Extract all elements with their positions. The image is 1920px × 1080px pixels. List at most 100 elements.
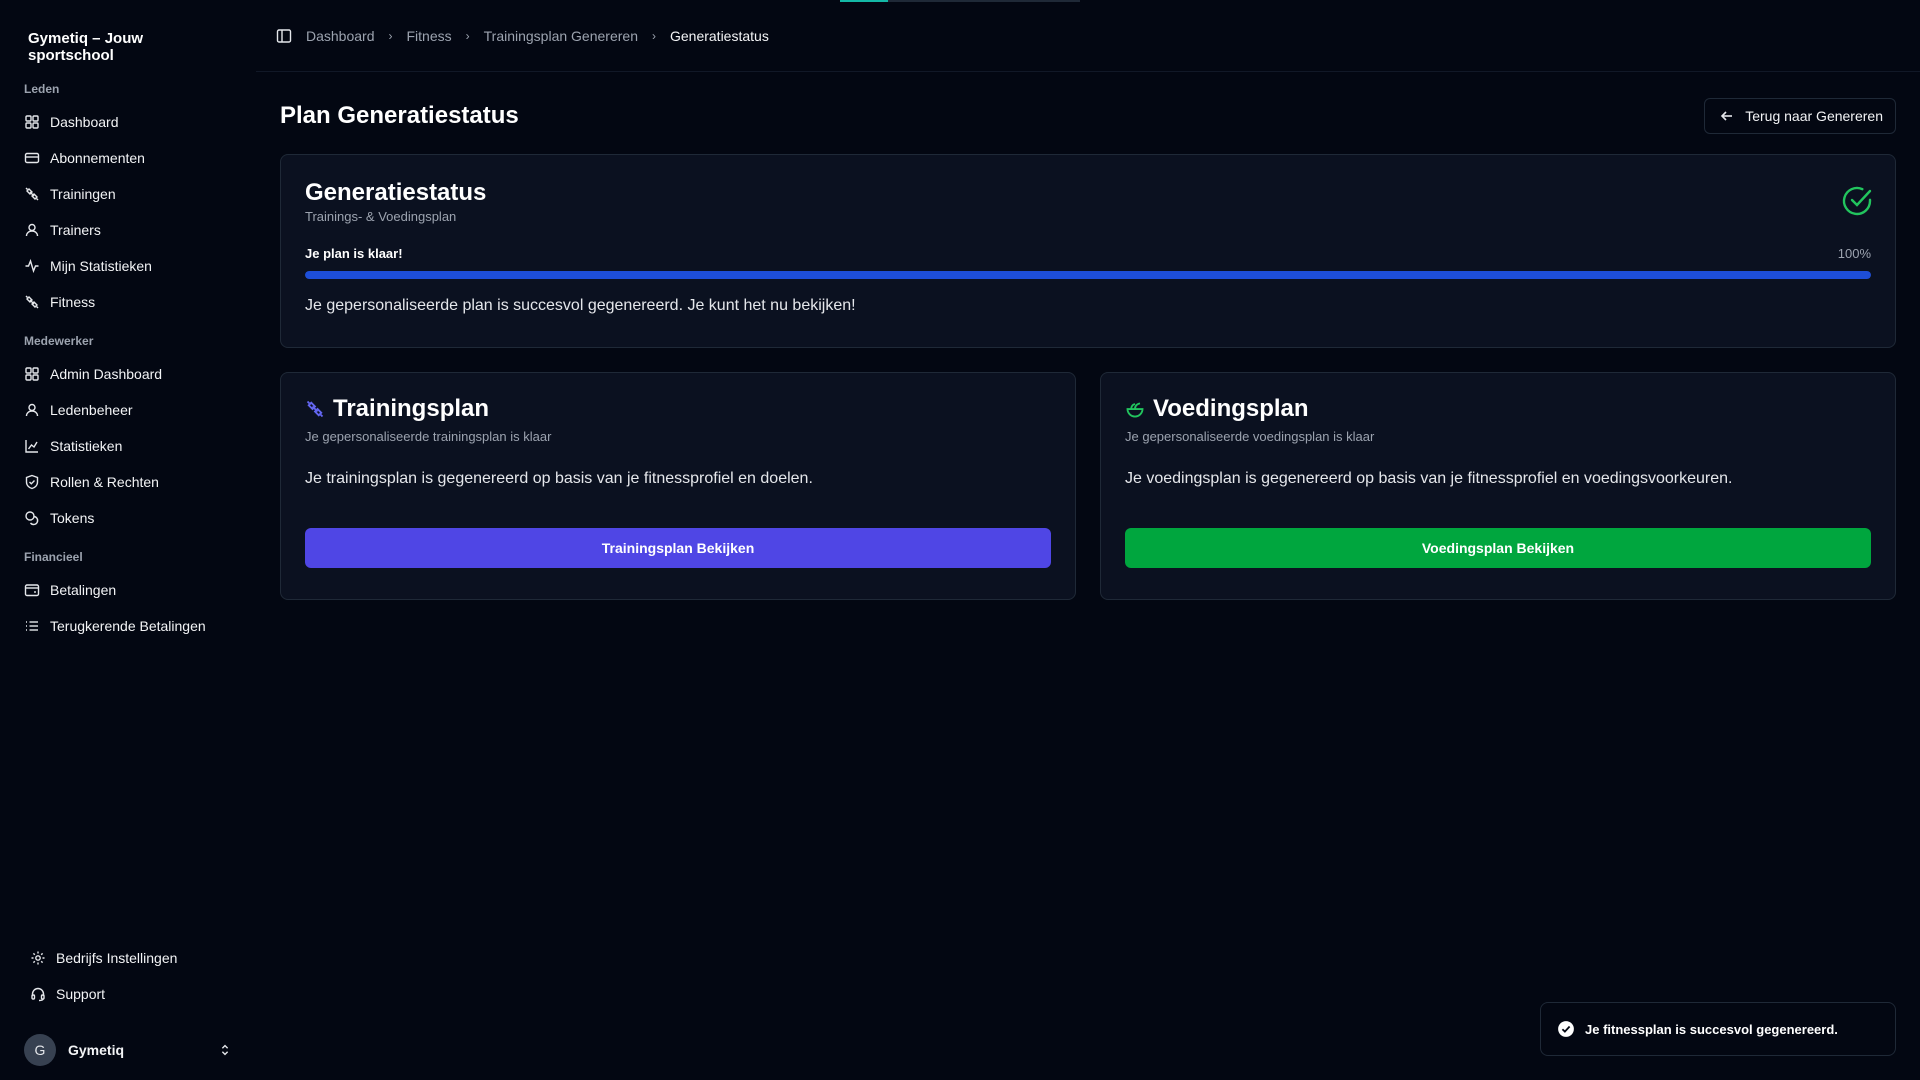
chevron-right-icon: ›: [465, 28, 470, 43]
training-title: Trainingsplan: [333, 395, 490, 422]
progress-label: Je plan is klaar!: [305, 246, 403, 261]
training-description: Je trainingsplan is gegenereerd op basis…: [305, 470, 813, 487]
group-label: Medewerker: [24, 334, 94, 348]
wallet-icon: [24, 584, 40, 597]
chart-icon: [25, 440, 38, 453]
training-title-row: Trainingsplan: [305, 395, 1051, 423]
breadcrumb-item-fitness[interactable]: Fitness: [407, 28, 452, 44]
sidebar-group-financieel: Financieel Betalingen Terugkerende Betal…: [12, 540, 244, 644]
sidebar-item-label: Mijn Statistieken: [50, 258, 152, 274]
breadcrumb-current: Generatiestatus: [669, 27, 769, 44]
coins-icon: [25, 511, 39, 526]
success-toast: Je fitnessplan is succesvol gegenereerd.: [1540, 1002, 1896, 1056]
sidebar-item-label: Abonnementen: [50, 150, 145, 166]
page-content: Plan Generatiestatus Terug naar Generere…: [256, 72, 1920, 600]
chevron-right-icon: ›: [388, 28, 393, 43]
sidebar-item-dashboard[interactable]: Dashboard: [12, 104, 244, 140]
progress-fill: [305, 271, 1871, 279]
nutrition-plan-card: Voedingsplan Je gepersonaliseerde voedin…: [1100, 372, 1896, 600]
user-icon: [25, 223, 39, 237]
status-message: Je gepersonaliseerde plan is succesvol g…: [305, 297, 856, 314]
group-label: Leden: [24, 82, 60, 96]
status-subtitle: Trainings- & Voedingsplan: [305, 209, 457, 224]
status-title: Generatiestatus: [305, 179, 487, 206]
headset-icon: [31, 987, 45, 1002]
progress-percent: 100%: [1837, 246, 1871, 261]
settings-link[interactable]: Bedrijfs Instellingen: [12, 940, 244, 976]
sidebar-item-terugkerende-betalingen[interactable]: Terugkerende Betalingen: [12, 608, 244, 644]
card-icon: [24, 152, 40, 164]
sidebar-item-ledenbeheer[interactable]: Ledenbeheer: [12, 392, 244, 428]
sidebar-item-tokens[interactable]: Tokens: [12, 500, 244, 536]
sidebar-item-betalingen[interactable]: Betalingen: [12, 572, 244, 608]
page-header: Plan Generatiestatus Terug naar Generere…: [280, 96, 1896, 136]
group-label: Financieel: [24, 550, 83, 564]
sidebar-item-label: Trainingen: [50, 186, 116, 202]
arrow-left-icon: [1721, 111, 1733, 121]
nutrition-title: Voedingsplan: [1153, 395, 1309, 422]
sidebar-footer: Bedrijfs Instellingen Support G Gymetiq: [12, 940, 244, 1080]
gear-icon: [31, 951, 45, 965]
breadcrumb-item-trainingsplan-genereren[interactable]: Trainingsplan Genereren: [484, 28, 638, 44]
back-button-label: Terug naar Genereren: [1745, 108, 1883, 124]
breadcrumb: Dashboard › Fitness › Trainingsplan Gene…: [256, 0, 1920, 72]
chevron-right-icon: ›: [651, 28, 656, 43]
training-subtitle: Je gepersonaliseerde trainingsplan is kl…: [305, 429, 552, 444]
dumbbell-icon: [306, 400, 324, 418]
sidebar-item-label: Tokens: [50, 510, 95, 526]
sidebar-item-label: Admin Dashboard: [50, 366, 163, 382]
sidebar-toggle-icon[interactable]: [276, 28, 292, 44]
sidebar-item-fitness[interactable]: Fitness: [12, 284, 244, 320]
sidebar-item-label: Statistieken: [50, 438, 123, 454]
salad-icon: [1126, 402, 1144, 418]
sidebar-group-leden: Leden Dashboard Abonnementen Trainingen …: [12, 72, 244, 320]
training-plan-card: Trainingsplan Je gepersonaliseerde train…: [280, 372, 1076, 600]
user-icon: [25, 403, 39, 417]
sidebar-item-label: Ledenbeheer: [50, 402, 133, 418]
sidebar-group-medewerker: Medewerker Admin Dashboard Ledenbeheer S…: [12, 324, 244, 536]
nutrition-title-row: Voedingsplan: [1125, 395, 1871, 423]
support-label: Support: [56, 986, 106, 1002]
nutrition-subtitle: Je gepersonaliseerde voedingsplan is kla…: [1125, 429, 1375, 444]
sidebar-item-label: Fitness: [50, 294, 96, 310]
avatar: G: [24, 1034, 56, 1066]
check-circle-icon: [1842, 186, 1872, 216]
nutrition-description: Je voedingsplan is gegenereerd op basis …: [1125, 470, 1733, 487]
view-training-plan-button[interactable]: Trainingsplan Bekijken: [305, 528, 1051, 568]
settings-label: Bedrijfs Instellingen: [56, 950, 178, 966]
user-menu[interactable]: G Gymetiq: [12, 1020, 244, 1080]
status-card: Generatiestatus Trainings- & Voedingspla…: [280, 154, 1896, 348]
progress-bar: [305, 271, 1871, 279]
sidebar-item-trainingen[interactable]: Trainingen: [12, 176, 244, 212]
support-link[interactable]: Support: [12, 976, 244, 1012]
sidebar-item-rollen-rechten[interactable]: Rollen & Rechten: [12, 464, 244, 500]
breadcrumb-item-dashboard[interactable]: Dashboard: [306, 28, 375, 44]
sidebar-item-admin-dashboard[interactable]: Admin Dashboard: [12, 356, 244, 392]
dumbbell-icon: [25, 187, 39, 201]
toast-message: Je fitnessplan is succesvol gegenereerd.: [1585, 1021, 1838, 1037]
sidebar-item-trainers[interactable]: Trainers: [12, 212, 244, 248]
main-area: Dashboard › Fitness › Trainingsplan Gene…: [256, 0, 1920, 1080]
sidebar: Gymetiq – Jouw sportschool Leden Dashboa…: [0, 0, 256, 1080]
page-title: Plan Generatiestatus: [280, 102, 519, 129]
sidebar-item-label: Rollen & Rechten: [50, 474, 159, 490]
back-button[interactable]: Terug naar Genereren: [1704, 98, 1896, 134]
view-nutrition-plan-button[interactable]: Voedingsplan Bekijken: [1125, 528, 1871, 568]
sidebar-item-label: Dashboard: [50, 114, 119, 130]
dumbbell-icon: [25, 295, 39, 309]
chevrons-up-down-icon: [221, 1044, 229, 1056]
brand-title: Gymetiq – Jouw sportschool: [28, 30, 144, 64]
sidebar-item-label: Trainers: [50, 222, 101, 238]
check-circle-filled-icon: [1558, 1021, 1574, 1037]
activity-icon: [25, 258, 39, 274]
grid-icon: [25, 367, 39, 381]
progress-header: Je plan is klaar! 100%: [305, 246, 1871, 261]
sidebar-item-label: Betalingen: [50, 582, 117, 598]
grid-icon: [25, 115, 39, 129]
plan-cards: Trainingsplan Je gepersonaliseerde train…: [280, 372, 1896, 600]
shield-icon: [25, 474, 39, 490]
sidebar-item-statistieken[interactable]: Statistieken: [12, 428, 244, 464]
list-icon: [26, 621, 38, 631]
sidebar-item-mijn-statistieken[interactable]: Mijn Statistieken: [12, 248, 244, 284]
sidebar-item-abonnementen[interactable]: Abonnementen: [12, 140, 244, 176]
